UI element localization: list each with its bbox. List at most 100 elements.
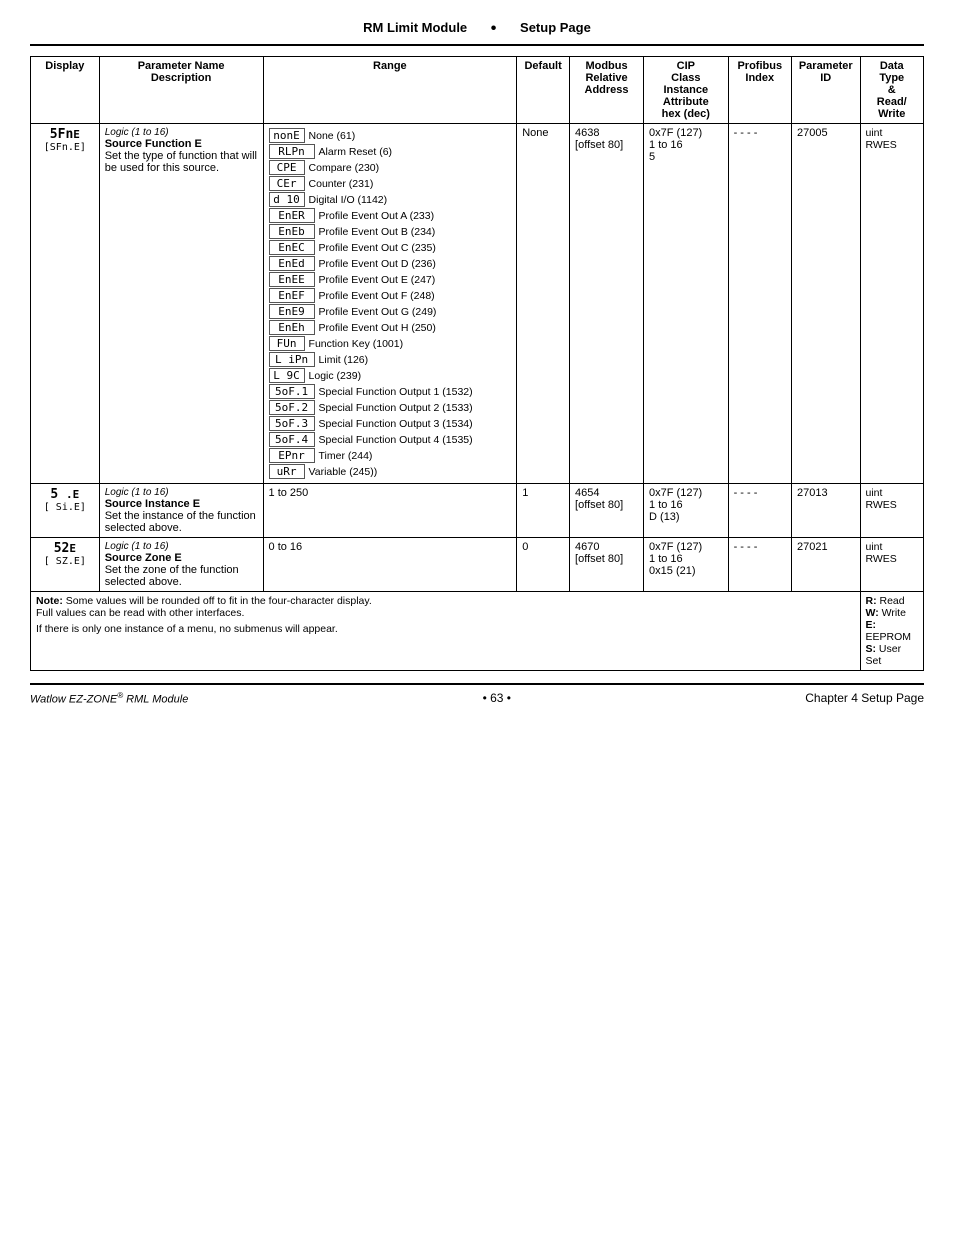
range-item-compare: CPE Compare (230): [269, 160, 512, 175]
note-row: Note: Some values will be rounded off to…: [31, 592, 924, 671]
param-logic-sfne: Logic (1 to 16): [105, 127, 258, 138]
modbus-sze: 4670[offset 80]: [570, 538, 644, 592]
display-sie: 5 .E [ Si.E]: [31, 484, 100, 538]
param-name-sie: Source Instance E: [105, 498, 258, 510]
range-item-sof1: 5oF.1 Special Function Output 1 (1532): [269, 384, 512, 399]
range-box-logic: L 9C: [269, 368, 305, 383]
col-header-profibus: ProfibusIndex: [728, 57, 791, 124]
param-sfne: Logic (1 to 16) Source Function E Set th…: [99, 124, 263, 484]
range-item-eneg: EnE9 Profile Event Out G (249): [269, 304, 512, 319]
table-header-row: Display Parameter NameDescription Range …: [31, 57, 924, 124]
param-logic-sie: Logic (1 to 16): [105, 487, 258, 498]
page-header: RM Limit Module • Setup Page: [30, 20, 924, 46]
default-sze: 0: [517, 538, 570, 592]
cip-sie: 0x7F (127)1 to 16D (13): [644, 484, 729, 538]
range-box-enef: EnEF: [269, 288, 315, 303]
range-box-compare: CPE: [269, 160, 305, 175]
range-label-compare: Compare (230): [309, 162, 380, 174]
cip-sze: 0x7F (127)1 to 160x15 (21): [644, 538, 729, 592]
note-line1: Note: Some values will be rounded off to…: [36, 595, 855, 607]
range-label-enef: Profile Event Out F (248): [319, 290, 435, 302]
range-label-logic: Logic (239): [309, 370, 362, 382]
range-label-enea: Profile Event Out A (233): [319, 210, 435, 222]
param-sze: Logic (1 to 16) Source Zone E Set the zo…: [99, 538, 263, 592]
range-label-enec: Profile Event Out C (235): [319, 242, 436, 254]
modbus-sie: 4654[offset 80]: [570, 484, 644, 538]
modbus-sfne: 4638[offset 80]: [570, 124, 644, 484]
footer: Watlow EZ-ZONE® RML Module • 63 • Chapte…: [30, 683, 924, 706]
footer-trademark: ®: [117, 691, 123, 700]
col-header-default: Default: [517, 57, 570, 124]
table-row-sie: 5 .E [ Si.E] Logic (1 to 16) Source Inst…: [31, 484, 924, 538]
range-item-enec: EnEC Profile Event Out C (235): [269, 240, 512, 255]
range-box-sof2: 5oF.2: [269, 400, 315, 415]
col-header-cip: CIPClassInstanceAttributehex (dec): [644, 57, 729, 124]
cip-sfne: 0x7F (127)1 to 165: [644, 124, 729, 484]
range-box-none: nonE: [269, 128, 305, 143]
datatype-sfne: uintRWES: [860, 124, 924, 484]
param-name-sfne: Source Function E: [105, 138, 258, 150]
range-box-enec: EnEC: [269, 240, 315, 255]
range-label-eneg: Profile Event Out G (249): [319, 306, 437, 318]
range-box-eneg: EnE9: [269, 304, 315, 319]
footer-chapter: Chapter 4 Setup Page: [805, 691, 924, 705]
param-logic-sze: Logic (1 to 16): [105, 541, 258, 552]
range-label-alarmreset: Alarm Reset (6): [319, 146, 393, 158]
range-label-sof3: Special Function Output 3 (1534): [319, 418, 473, 430]
range-label-funkey: Function Key (1001): [309, 338, 404, 350]
col-header-datatype: DataType&Read/Write: [860, 57, 924, 124]
col-header-modbus: ModbusRelativeAddress: [570, 57, 644, 124]
range-box-digital: d 10: [269, 192, 305, 207]
range-box-sof4: 5oF.4: [269, 432, 315, 447]
range-label-timer: Timer (244): [319, 450, 373, 462]
range-box-limit: L iPn: [269, 352, 315, 367]
range-sze: 0 to 16: [263, 538, 517, 592]
range-label-eneb: Profile Event Out B (234): [319, 226, 436, 238]
display-sze: 52E [ SZ.E]: [31, 538, 100, 592]
param-desc-sze: Set the zone of the function selected ab…: [105, 564, 258, 588]
footer-page: • 63 •: [483, 691, 511, 705]
note-line3: If there is only one instance of a menu,…: [36, 623, 855, 635]
range-item-sof2: 5oF.2 Special Function Output 2 (1533): [269, 400, 512, 415]
col-header-display: Display: [31, 57, 100, 124]
footer-center: • 63 •: [483, 691, 511, 705]
range-item-sof3: 5oF.3 Special Function Output 3 (1534): [269, 416, 512, 431]
range-label-eneh: Profile Event Out H (250): [319, 322, 436, 334]
range-label-sof1: Special Function Output 1 (1532): [319, 386, 473, 398]
paramid-sfne: 27005: [791, 124, 860, 484]
range-item-limit: L iPn Limit (126): [269, 352, 512, 367]
main-table: Display Parameter NameDescription Range …: [30, 56, 924, 671]
range-label-limit: Limit (126): [319, 354, 369, 366]
range-label-digital: Digital I/O (1142): [309, 194, 388, 206]
range-item-alarmreset: RLPn Alarm Reset (6): [269, 144, 512, 159]
range-item-none: nonE None (61): [269, 128, 512, 143]
range-simple-sze: 0 to 16: [269, 541, 303, 553]
default-sie: 1: [517, 484, 570, 538]
paramid-sze: 27021: [791, 538, 860, 592]
profibus-sfne: - - - -: [728, 124, 791, 484]
range-label-sof2: Special Function Output 2 (1533): [319, 402, 473, 414]
range-label-sof4: Special Function Output 4 (1535): [319, 434, 473, 446]
range-item-digital: d 10 Digital I/O (1142): [269, 192, 512, 207]
param-desc-sie: Set the instance of the function selecte…: [105, 510, 258, 534]
range-box-enea: EnER: [269, 208, 315, 223]
col-header-paramid: ParameterID: [791, 57, 860, 124]
range-box-enee: EnEE: [269, 272, 315, 287]
col-header-param: Parameter NameDescription: [99, 57, 263, 124]
range-box-sof3: 5oF.3: [269, 416, 315, 431]
footer-product: RML Module: [126, 694, 188, 706]
range-item-timer: EPnr Timer (244): [269, 448, 512, 463]
range-label-none: None (61): [309, 130, 356, 142]
range-box-eneh: EnEh: [269, 320, 315, 335]
footer-brand: Watlow EZ-ZONE: [30, 694, 117, 706]
range-box-timer: EPnr: [269, 448, 315, 463]
header-bullet: •: [491, 20, 497, 37]
range-item-eneb: EnEb Profile Event Out B (234): [269, 224, 512, 239]
range-box-counter: CEr: [269, 176, 305, 191]
range-label-enee: Profile Event Out E (247): [319, 274, 436, 286]
note-line2: Full values can be read with other inter…: [36, 607, 855, 619]
range-item-funkey: FUn Function Key (1001): [269, 336, 512, 351]
param-desc-sfne: Set the type of function that will be us…: [105, 150, 258, 174]
range-box-variable: uRr: [269, 464, 305, 479]
range-simple-sie: 1 to 250: [269, 487, 309, 499]
